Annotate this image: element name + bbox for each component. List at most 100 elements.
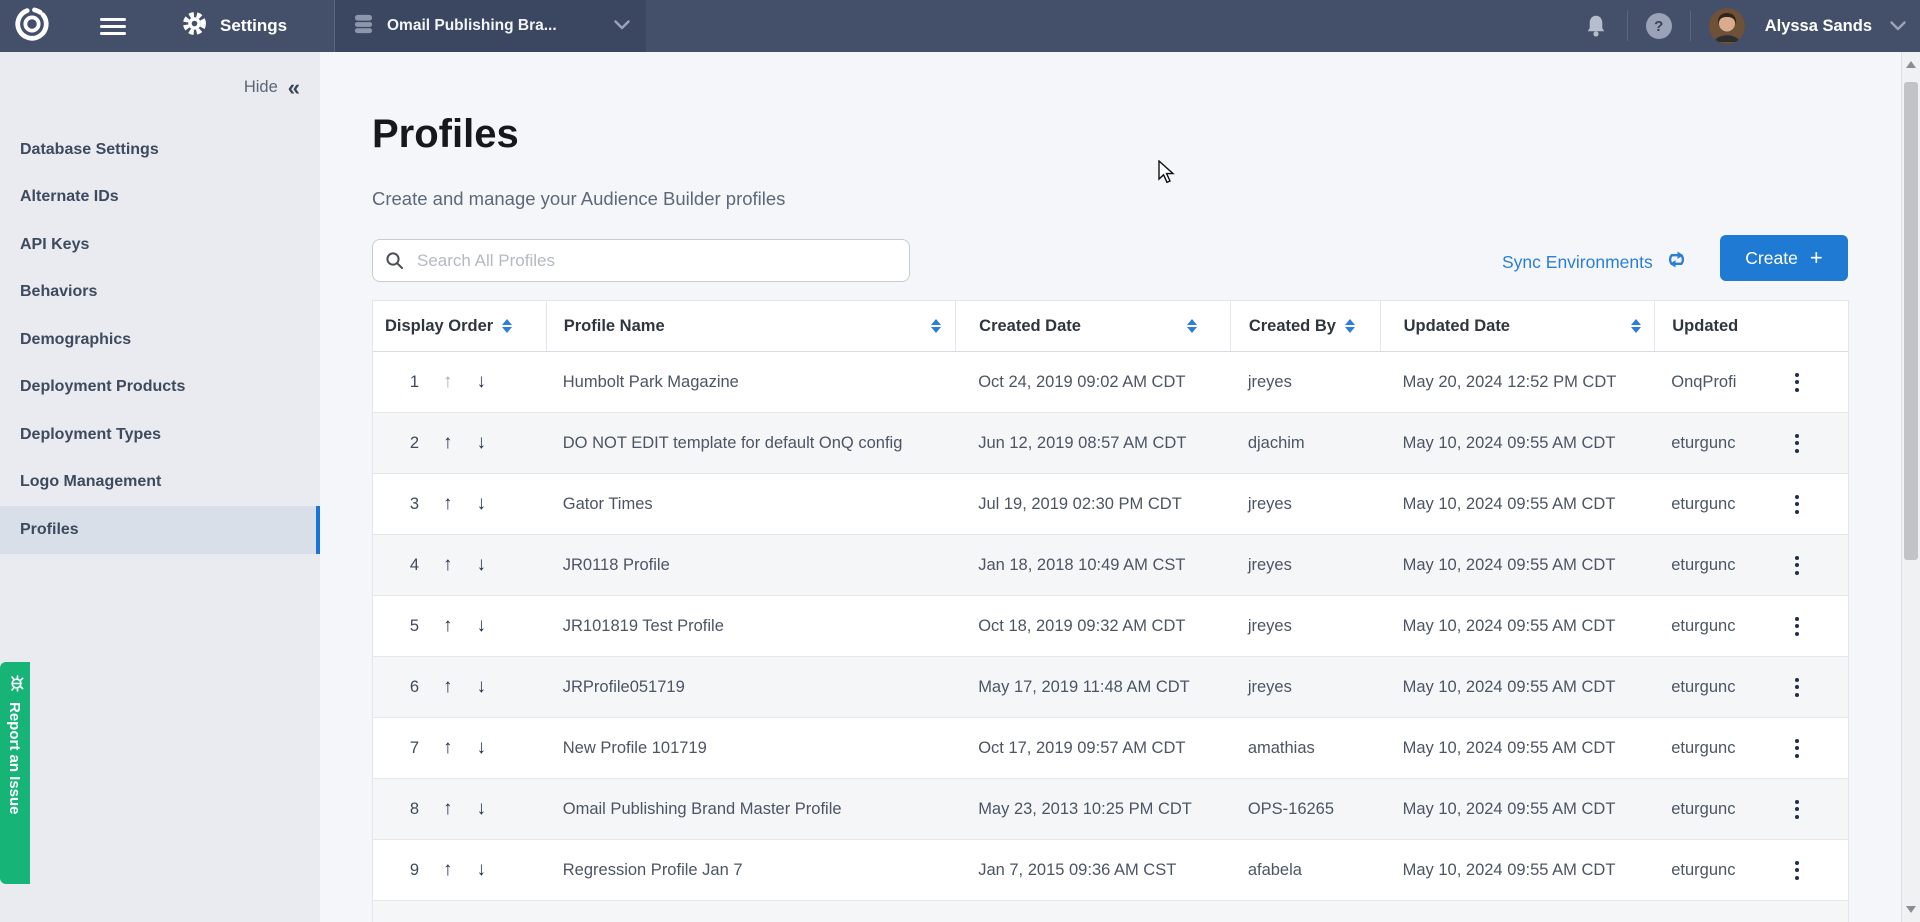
profiles-table: Display OrderProfile NameCreated DateCre… [372, 300, 1849, 922]
profile-name-cell: Omail Publishing Brand Master Profile [546, 779, 955, 839]
move-up-arrow-icon[interactable]: ↑ [443, 737, 453, 759]
updated-by-cell: eturgunc [1654, 657, 1789, 717]
table-row[interactable]: 8↑↓Omail Publishing Brand Master Profile… [373, 779, 1848, 840]
table-row[interactable]: 9↑↓Regression Profile Jan 7Jan 7, 2015 0… [373, 840, 1848, 901]
user-name[interactable]: Alyssa Sands [1765, 17, 1872, 36]
vertical-scrollbar[interactable] [1901, 52, 1920, 922]
scrollbar-up-arrow[interactable] [1906, 61, 1916, 68]
kebab-menu-icon[interactable] [1789, 794, 1805, 825]
table-row[interactable]: 7↑↓New Profile 101719Oct 17, 2019 09:57 … [373, 718, 1848, 779]
actions-cell [1789, 535, 1848, 595]
user-menu-chevron-down-icon[interactable] [1890, 21, 1906, 31]
column-header-display-order[interactable]: Display Order [373, 301, 546, 351]
display-order-value: 7 [385, 739, 419, 758]
updated-by-cell: OnqProf [1654, 901, 1789, 922]
move-down-arrow-icon[interactable]: ↓ [477, 371, 487, 393]
sort-arrows-icon[interactable] [1345, 319, 1355, 333]
report-issue-ribbon[interactable]: Report an Issue [0, 662, 30, 884]
table-row[interactable]: 2↑↓DO NOT EDIT template for default OnQ … [373, 413, 1848, 474]
move-down-arrow-icon[interactable]: ↓ [477, 493, 487, 515]
move-up-arrow-icon[interactable]: ↑ [443, 432, 453, 454]
move-down-arrow-icon[interactable]: ↓ [477, 859, 487, 881]
display-order-cell: 9↑↓ [373, 840, 546, 900]
column-header-updated: Updated [1654, 301, 1789, 351]
created-date-cell: Jul 19, 2019 02:30 PM CDT [955, 474, 1230, 534]
table-row[interactable]: 4↑↓JR0118 ProfileJan 18, 2018 10:49 AM C… [373, 535, 1848, 596]
sidebar-item-database-settings[interactable]: Database Settings [0, 126, 320, 174]
table-row[interactable]: 1↑↓Humbolt Park MagazineOct 24, 2019 09:… [373, 352, 1848, 413]
scrollbar-down-arrow[interactable] [1906, 906, 1916, 913]
sidebar-item-label: Logo Management [20, 473, 161, 491]
move-up-arrow-icon[interactable]: ↑ [443, 859, 453, 881]
move-up-arrow-icon[interactable]: ↑ [443, 798, 453, 820]
sidebar-item-profiles[interactable]: Profiles [0, 506, 320, 554]
profile-name-cell: Gator Times [546, 474, 955, 534]
create-button[interactable]: Create + [1720, 235, 1848, 281]
hamburger-menu-icon[interactable] [100, 18, 126, 35]
move-down-arrow-icon[interactable]: ↓ [477, 737, 487, 759]
notifications-bell-icon[interactable] [1583, 13, 1609, 39]
scrollbar-thumb[interactable] [1904, 82, 1918, 560]
move-up-arrow-icon[interactable]: ↑ [443, 676, 453, 698]
user-avatar[interactable] [1709, 8, 1745, 44]
table-row[interactable]: 3↑↓Gator TimesJul 19, 2019 02:30 PM CDTj… [373, 474, 1848, 535]
column-header-created-date[interactable]: Created Date [955, 301, 1230, 351]
sidebar-item-deployment-products[interactable]: Deployment Products [0, 364, 320, 412]
sidebar-item-label: Alternate IDs [20, 188, 119, 206]
updated-by-cell: eturgunc [1654, 413, 1789, 473]
move-up-arrow-icon[interactable]: ↑ [443, 371, 453, 393]
kebab-menu-icon[interactable] [1789, 855, 1805, 886]
profile-name-cell: RIIS Park Cl [546, 901, 955, 922]
move-down-arrow-icon[interactable]: ↓ [477, 615, 487, 637]
nav-settings[interactable]: Settings [182, 11, 287, 41]
kebab-menu-icon[interactable] [1789, 550, 1805, 581]
table-row[interactable]: 6↑↓JRProfile051719May 17, 2019 11:48 AM … [373, 657, 1848, 718]
display-order-value: 5 [385, 617, 419, 636]
brand-selector-dropdown[interactable]: Omail Publishing Bra... [334, 0, 646, 52]
kebab-menu-icon[interactable] [1789, 916, 1805, 922]
omeda-logo[interactable] [0, 5, 64, 48]
updated-by-cell: OnqProfi [1654, 352, 1789, 412]
actions-cell [1789, 840, 1848, 900]
column-header-updated-date[interactable]: Updated Date [1380, 301, 1655, 351]
sort-arrows-icon[interactable] [931, 319, 941, 333]
column-header-profile-name[interactable]: Profile Name [546, 301, 955, 351]
move-up-arrow-icon[interactable]: ↑ [443, 615, 453, 637]
table-row[interactable]: 5↑↓JR101819 Test ProfileOct 18, 2019 09:… [373, 596, 1848, 657]
brand-selector-label: Omail Publishing Bra... [387, 17, 601, 35]
sort-arrows-icon[interactable] [1631, 319, 1641, 333]
created-date-cell: Jun 12, 2019 08:57 AM CDT [955, 413, 1230, 473]
updated-date-cell: May 20, 2024 12:55 PM CDT [1380, 901, 1655, 922]
sidebar-hide-toggle[interactable]: Hide « [244, 78, 300, 97]
sidebar-item-alternate-ids[interactable]: Alternate IDs [0, 174, 320, 222]
display-order-cell: 3↑↓ [373, 474, 546, 534]
kebab-menu-icon[interactable] [1789, 672, 1805, 703]
sidebar-item-deployment-types[interactable]: Deployment Types [0, 411, 320, 459]
kebab-menu-icon[interactable] [1789, 489, 1805, 520]
sync-environments-link[interactable]: Sync Environments [1502, 248, 1688, 276]
profile-name-cell: JR0118 Profile [546, 535, 955, 595]
sort-arrows-icon[interactable] [1187, 319, 1197, 333]
search-input[interactable] [372, 239, 910, 282]
move-down-arrow-icon[interactable]: ↓ [477, 798, 487, 820]
sidebar-item-api-keys[interactable]: API Keys [0, 221, 320, 269]
move-down-arrow-icon[interactable]: ↓ [477, 554, 487, 576]
kebab-menu-icon[interactable] [1789, 428, 1805, 459]
sidebar-item-behaviors[interactable]: Behaviors [0, 269, 320, 317]
move-up-arrow-icon[interactable]: ↑ [443, 554, 453, 576]
kebab-menu-icon[interactable] [1789, 367, 1805, 398]
report-issue-label: Report an Issue [7, 702, 24, 815]
move-up-arrow-icon[interactable]: ↑ [443, 493, 453, 515]
column-header-label: Updated [1672, 317, 1738, 336]
sort-arrows-icon[interactable] [502, 319, 512, 333]
help-button[interactable]: ? [1646, 13, 1672, 39]
kebab-menu-icon[interactable] [1789, 733, 1805, 764]
column-header-created-by[interactable]: Created By [1230, 301, 1380, 351]
move-down-arrow-icon[interactable]: ↓ [477, 676, 487, 698]
sidebar-item-demographics[interactable]: Demographics [0, 316, 320, 364]
move-down-arrow-icon[interactable]: ↓ [477, 432, 487, 454]
sidebar-item-logo-management[interactable]: Logo Management [0, 459, 320, 507]
plus-icon: + [1810, 248, 1823, 268]
table-row[interactable]: 10↑↓RIIS Park ClNov 18, 2019 11:08 AM CS… [373, 901, 1848, 922]
kebab-menu-icon[interactable] [1789, 611, 1805, 642]
